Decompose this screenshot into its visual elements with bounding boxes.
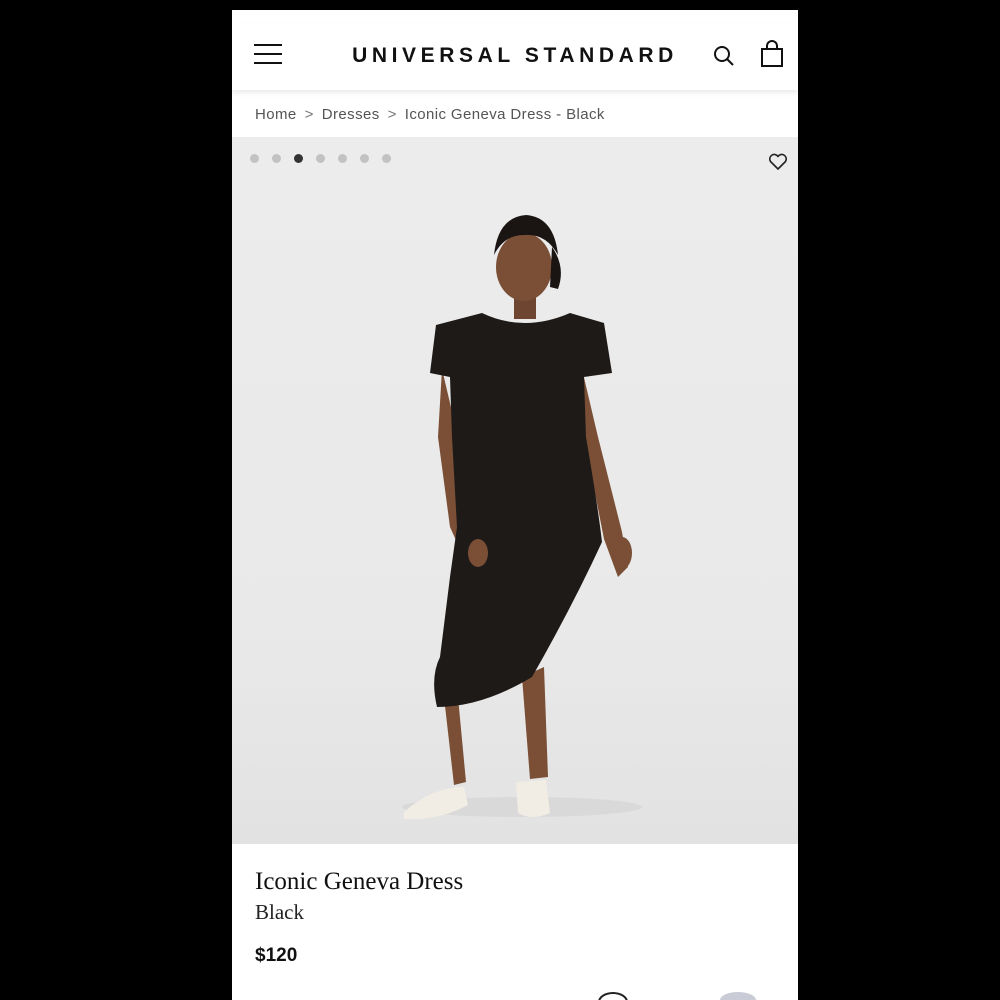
phone-screen: UNIVERSAL STANDARD Home > Dresses > Iconic G… <box>232 0 798 1000</box>
breadcrumb-current: Iconic Geneva Dress - Black <box>404 106 605 123</box>
gallery-dot[interactable] <box>382 154 391 163</box>
product-price: $120 <box>255 945 298 966</box>
product-info: Iconic Geneva Dress Black $120 <box>255 868 775 967</box>
gallery-dot[interactable] <box>250 154 259 163</box>
search-icon[interactable] <box>712 44 736 68</box>
brand-logo[interactable]: UNIVERSAL STANDARD <box>350 44 680 68</box>
gallery-dot[interactable] <box>338 154 347 163</box>
product-title: Iconic Geneva Dress <box>255 868 464 895</box>
product-photo <box>402 215 642 820</box>
gallery-dot[interactable] <box>360 154 369 163</box>
breadcrumb: Home > Dresses > Iconic Geneva Dress - Black <box>255 106 605 123</box>
site-header: UNIVERSAL STANDARD <box>232 24 798 90</box>
color-swatch-peek[interactable] <box>720 992 756 1000</box>
breadcrumb-separator: > <box>304 106 314 123</box>
gallery-pagination-dots <box>250 154 404 164</box>
gallery-dot[interactable] <box>316 154 325 163</box>
breadcrumb-dresses[interactable]: Dresses <box>322 106 380 123</box>
heart-icon[interactable] <box>768 153 788 171</box>
breadcrumb-home[interactable]: Home <box>255 106 297 123</box>
shopping-bag-icon[interactable] <box>760 40 784 68</box>
status-bar <box>232 0 798 10</box>
color-swatch-peek[interactable] <box>598 992 628 1000</box>
hamburger-menu-icon[interactable] <box>254 44 282 66</box>
breadcrumb-separator: > <box>387 106 397 123</box>
gallery-dot[interactable] <box>272 154 281 163</box>
gallery-dot-active[interactable] <box>294 154 303 163</box>
product-image-gallery[interactable] <box>232 137 798 844</box>
product-color: Black <box>255 900 304 924</box>
